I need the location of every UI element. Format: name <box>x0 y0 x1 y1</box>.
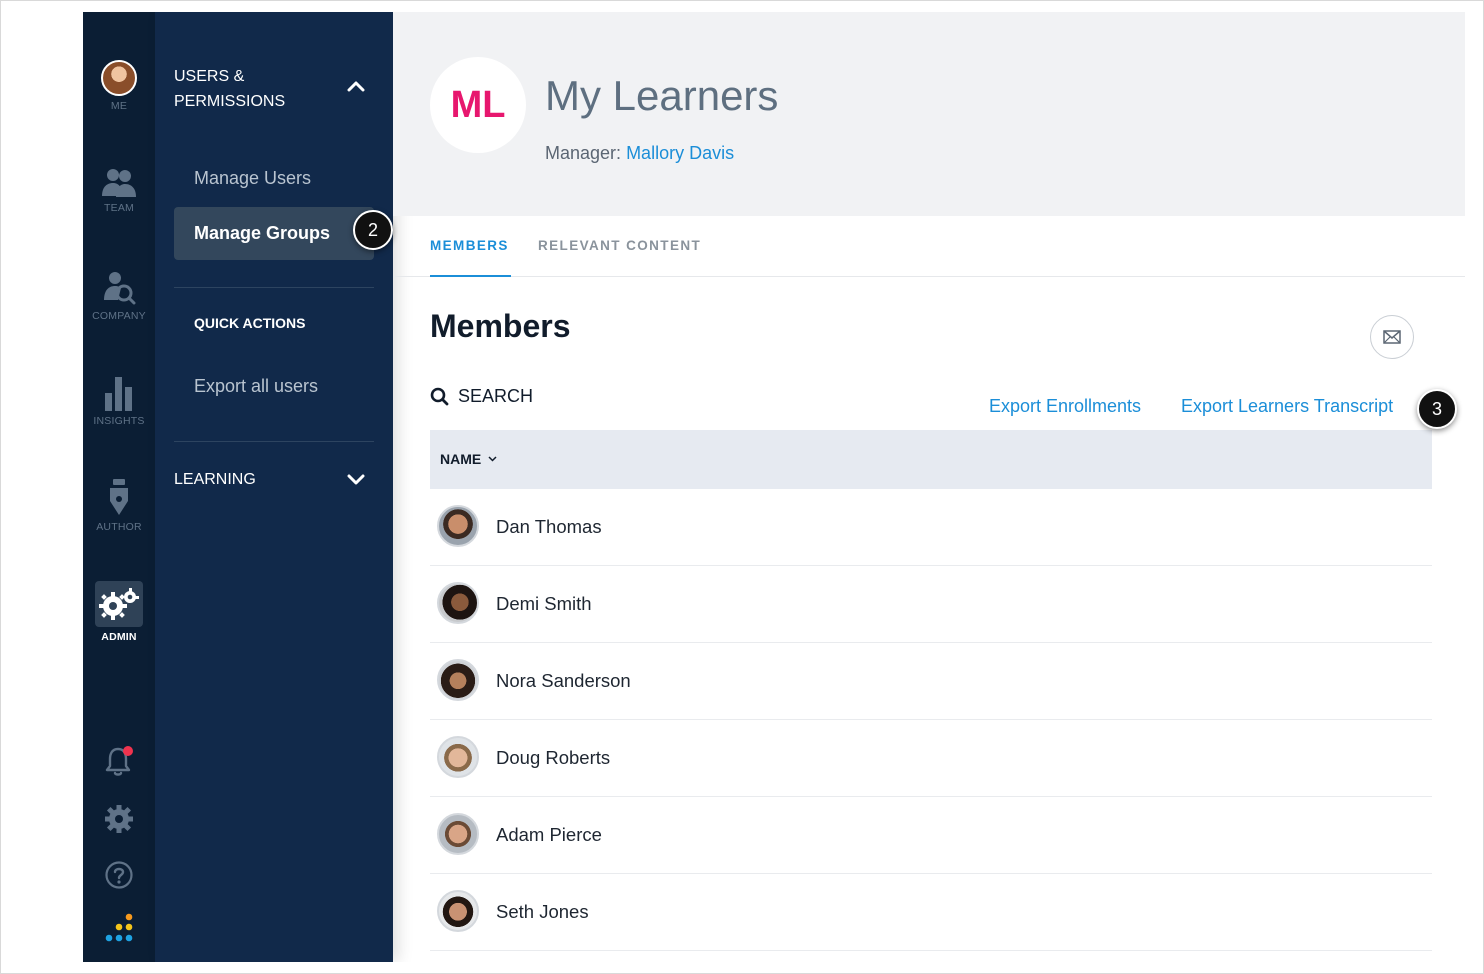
search-icon <box>430 387 449 406</box>
manager-label: Manager: <box>545 143 622 163</box>
menu-item-manage-groups[interactable]: Manage Groups <box>174 207 374 260</box>
rail-label-admin: ADMIN <box>101 631 137 643</box>
sort-caret-icon <box>488 456 497 462</box>
column-header-name-label: NAME <box>440 451 482 467</box>
member-avatar <box>437 736 479 778</box>
search-label: SEARCH <box>458 386 534 406</box>
notifications-button[interactable] <box>83 745 155 777</box>
gear-icon <box>105 805 133 833</box>
group-manager: Manager: Mallory Davis <box>545 143 734 164</box>
member-name[interactable]: Dan Thomas <box>496 516 602 538</box>
table-row[interactable]: Dan Thomas <box>430 489 1432 566</box>
menu-section-users-permissions[interactable]: USERS & PERMISSIONS <box>174 64 334 114</box>
callout-badge-2: 2 <box>353 210 393 250</box>
rail-label-me: ME <box>110 100 128 112</box>
brand-logo <box>83 913 155 949</box>
callout-badge-3: 3 <box>1417 389 1457 429</box>
email-members-button[interactable] <box>1370 315 1414 359</box>
table-row[interactable]: Doug Roberts <box>430 720 1432 797</box>
rail-item-team[interactable]: TEAM <box>83 166 155 214</box>
member-name[interactable]: Nora Sanderson <box>496 670 631 692</box>
member-name[interactable]: Demi Smith <box>496 593 592 615</box>
members-table-header: NAME <box>430 430 1432 489</box>
page-title: My Learners <box>545 72 779 119</box>
tab-bar: MEMBERS RELEVANT CONTENT <box>393 216 1465 277</box>
search-toggle[interactable]: SEARCH <box>430 386 533 407</box>
settings-button[interactable] <box>83 804 155 834</box>
group-initials-avatar: ML <box>430 57 526 153</box>
gears-icon <box>99 588 139 620</box>
quick-actions-heading: QUICK ACTIONS <box>194 315 306 331</box>
tab-members[interactable]: MEMBERS <box>430 238 509 253</box>
user-avatar <box>101 60 137 96</box>
table-row[interactable]: Nora Sanderson <box>430 643 1432 720</box>
table-row[interactable]: Adam Pierce <box>430 797 1432 874</box>
member-avatar <box>437 659 479 701</box>
menu-divider <box>174 287 374 288</box>
team-icon <box>102 169 136 197</box>
app-window: ME TEAM COMPANY INSIGHTS AUTHOR ADMIN US… <box>83 12 1465 962</box>
menu-divider <box>174 441 374 442</box>
help-circle-icon <box>105 861 133 889</box>
rail-item-me[interactable]: ME <box>83 60 155 112</box>
rail-label-team: TEAM <box>104 202 134 214</box>
chevron-up-icon[interactable] <box>347 80 365 92</box>
member-name[interactable]: Adam Pierce <box>496 824 602 846</box>
group-header: ML My Learners Manager: Mallory Davis <box>393 12 1465 216</box>
tab-relevant-content[interactable]: RELEVANT CONTENT <box>538 238 701 253</box>
menu-section-learning[interactable]: LEARNING <box>174 471 256 489</box>
company-search-icon <box>104 272 136 305</box>
export-learners-transcript-link[interactable]: Export Learners Transcript <box>1181 396 1393 417</box>
member-avatar <box>437 582 479 624</box>
rail-item-company[interactable]: COMPANY <box>83 270 155 322</box>
member-avatar <box>437 505 479 547</box>
bell-icon <box>105 746 133 776</box>
menu-item-manage-users[interactable]: Manage Users <box>194 168 311 189</box>
member-avatar <box>437 890 479 932</box>
help-button[interactable] <box>83 860 155 890</box>
column-header-name[interactable]: NAME <box>440 451 497 467</box>
bar-chart-icon <box>105 377 132 411</box>
rail-label-author: AUTHOR <box>96 521 142 533</box>
rail-item-author[interactable]: AUTHOR <box>83 479 155 533</box>
admin-active-box <box>95 581 143 627</box>
rail-label-company: COMPANY <box>92 310 146 322</box>
manager-link[interactable]: Mallory Davis <box>626 143 734 163</box>
dots-logo-icon <box>105 913 133 942</box>
screenshot-frame: ME TEAM COMPANY INSIGHTS AUTHOR ADMIN US… <box>0 0 1484 974</box>
member-name[interactable]: Seth Jones <box>496 901 589 923</box>
export-enrollments-link[interactable]: Export Enrollments <box>989 396 1141 417</box>
members-heading: Members <box>430 308 571 344</box>
rail-label-insights: INSIGHTS <box>93 415 145 427</box>
member-avatar <box>437 813 479 855</box>
admin-menu: USERS & PERMISSIONS Manage Users Manage … <box>155 12 393 962</box>
envelope-icon <box>1383 330 1401 344</box>
member-name[interactable]: Doug Roberts <box>496 747 610 769</box>
rail-item-insights[interactable]: INSIGHTS <box>83 375 155 427</box>
pen-nib-icon <box>110 479 128 515</box>
notification-dot <box>123 746 133 756</box>
table-row[interactable]: Seth Jones <box>430 874 1432 951</box>
chevron-down-icon[interactable] <box>347 474 365 486</box>
table-row[interactable]: Demi Smith <box>430 566 1432 643</box>
main-content: ML My Learners Manager: Mallory Davis ME… <box>393 12 1465 962</box>
icon-rail: ME TEAM COMPANY INSIGHTS AUTHOR ADMIN <box>83 12 155 962</box>
menu-item-export-all-users[interactable]: Export all users <box>194 376 318 397</box>
rail-item-admin[interactable]: ADMIN <box>83 581 155 643</box>
active-tab-indicator <box>430 275 511 277</box>
